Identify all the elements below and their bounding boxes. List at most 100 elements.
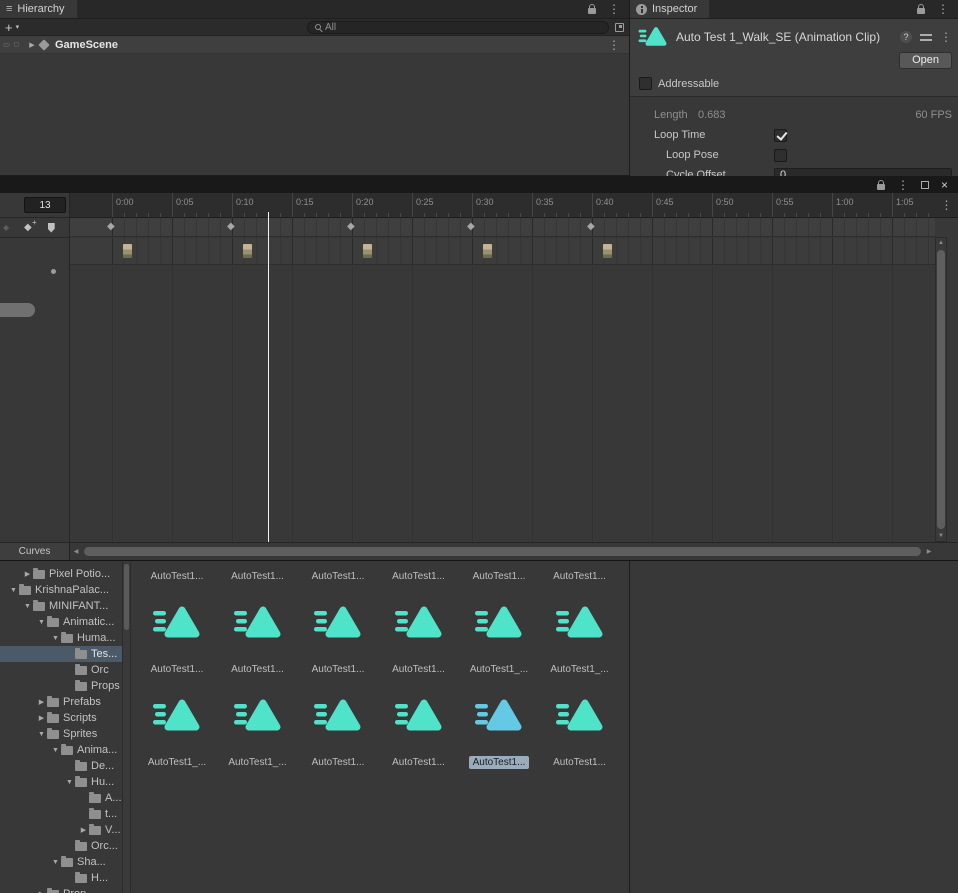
tree-scroll-thumb[interactable] [124,564,129,630]
kebab-menu-icon[interactable]: ⋮ [608,3,620,15]
fold-arrow-icon[interactable]: ▼ [36,731,47,738]
tree-item[interactable]: De... [0,758,122,774]
tree-item[interactable]: Orc [0,662,122,678]
kebab-menu-icon[interactable]: ⋮ [897,179,909,191]
dopesheet-grid[interactable] [70,266,935,542]
fold-arrow-icon[interactable]: ▼ [36,619,47,626]
tree-item[interactable]: ▼ Huma... [0,630,122,646]
fold-arrow-icon[interactable]: ▼ [22,603,33,610]
scroll-down-icon[interactable]: ▼ [936,533,946,539]
loop-pose-checkbox[interactable] [774,148,787,162]
add-object-caret-icon[interactable]: ▾ [16,23,20,31]
timeline-kebab-icon[interactable]: ⋮ [941,199,953,211]
tree-item[interactable]: A... [0,790,122,806]
lock-icon[interactable] [876,179,885,190]
curves-button[interactable]: Curves [0,543,70,560]
current-frame-field[interactable]: 13 [24,197,66,213]
add-event-icon[interactable] [47,222,55,233]
tree-item[interactable]: ▼ MINIFANT... [0,598,122,614]
fold-arrow-icon[interactable]: ▼ [50,635,61,642]
asset-item[interactable]: AutoTest1... [461,561,537,583]
tree-item[interactable]: H... [0,870,122,886]
tree-item[interactable]: ▶ Prefabs [0,694,122,710]
lock-icon[interactable] [588,4,596,14]
keyframe-track[interactable]: ◆ ◆ ◆ ◆ ◆ [70,218,935,237]
asset-item[interactable]: AutoTest1_... [461,603,537,676]
keyframe-diamond[interactable]: ◆ [107,221,115,233]
vertical-scroll-thumb[interactable] [937,250,945,529]
horizontal-scroll-thumb[interactable] [84,547,921,556]
asset-item[interactable]: AutoTest1... [381,561,457,583]
kebab-menu-icon[interactable]: ⋮ [937,3,949,15]
tree-item[interactable]: Tes... [0,646,122,662]
fold-arrow-icon[interactable]: ▼ [8,587,19,594]
eye-icon[interactable] [3,42,10,47]
asset-item[interactable]: AutoTest1... [381,603,457,676]
maximize-icon[interactable] [920,180,929,189]
asset-item[interactable]: AutoTest1... [139,561,215,583]
tree-item[interactable]: ▶Prop... [0,886,122,893]
loop-time-checkbox[interactable] [774,128,787,142]
left-column-scrollbar[interactable] [0,303,35,317]
asset-item[interactable]: AutoTest1... [300,696,376,769]
tree-item[interactable]: ▶ Pixel Potio... [0,566,122,582]
tree-item[interactable]: t... [0,806,122,822]
asset-item[interactable]: AutoTest1... [300,561,376,583]
keyframe-diamond[interactable]: ◆ [467,221,475,233]
scene-kebab-icon[interactable]: ⋮ [608,39,620,51]
fold-arrow-icon[interactable]: ▼ [64,779,75,786]
timeline-ruler[interactable]: 0:00 0:05 0:10 0:15 0:20 0:25 0:30 0:35 0:40 0:45… [70,193,935,218]
scene-row[interactable]: ▶ GameScene ⋮ [0,36,629,54]
sprite-track[interactable] [70,238,935,265]
sprite-keyframe-thumb[interactable] [363,244,372,258]
fold-arrow-icon[interactable]: ▶ [36,714,47,722]
tree-item[interactable]: ▼ Hu... [0,774,122,790]
asset-item[interactable]: AutoTest1... [139,603,215,676]
tree-item[interactable]: ▼ KrishnaPalac... [0,582,122,598]
tree-item[interactable]: ▼ Animatic... [0,614,122,630]
tree-item[interactable]: ▶ V... [0,822,122,838]
add-keyframe-icon[interactable]: ◆ [24,219,36,233]
close-icon[interactable]: × [941,179,948,191]
scene-fold-arrow-icon[interactable]: ▶ [26,41,38,49]
tab-hierarchy[interactable]: ≡ Hierarchy [0,0,77,18]
asset-item[interactable]: AutoTest1... [461,696,537,769]
open-button[interactable]: Open [899,52,952,69]
hierarchy-search-input[interactable]: All [307,20,609,34]
keyframe-diamond[interactable]: ◆ [587,221,595,233]
asset-item[interactable]: AutoTest1... [300,603,376,676]
vertical-scrollbar[interactable]: ▲ ▼ [935,237,947,542]
fold-arrow-icon[interactable]: ▼ [50,859,61,866]
tree-item[interactable]: ▼ Sprites [0,726,122,742]
presets-icon[interactable] [920,32,932,42]
horizontal-scrollbar[interactable] [82,543,923,560]
sprite-keyframe-thumb[interactable] [123,244,132,258]
tree-scrollbar[interactable] [122,561,131,893]
sprite-keyframe-thumb[interactable] [243,244,252,258]
dopesheet[interactable]: ◆ ◆ ◆ ◆ ◆ [70,218,935,542]
tree-item[interactable]: ▼ Anima... [0,742,122,758]
lock-icon[interactable] [917,4,925,14]
playhead[interactable] [268,212,269,542]
sprite-keyframe-thumb[interactable] [483,244,492,258]
addressable-checkbox[interactable] [639,77,652,90]
asset-item[interactable]: AutoTest1... [381,696,457,769]
add-object-button[interactable]: + [5,21,13,34]
asset-item[interactable]: AutoTest1... [542,696,618,769]
pick-icon[interactable] [14,42,19,47]
keyframe-diamond[interactable]: ◆ [227,221,235,233]
fold-arrow-icon[interactable]: ▶ [36,698,47,706]
tree-item[interactable]: Orc... [0,838,122,854]
asset-item[interactable]: AutoTest1_... [542,603,618,676]
asset-item[interactable]: AutoTest1... [542,561,618,583]
help-icon[interactable]: ? [900,31,912,43]
fold-arrow-icon[interactable]: ▼ [50,747,61,754]
asset-item[interactable]: AutoTest1... [220,603,296,676]
fold-arrow-icon[interactable]: ▶ [22,570,33,578]
asset-grid[interactable]: AutoTest1... AutoTest1... AutoTest1... Auto… [131,561,629,893]
scroll-right-icon[interactable]: ▶ [923,548,935,555]
asset-item[interactable]: AutoTest1... [220,561,296,583]
scroll-up-icon[interactable]: ▲ [936,240,946,246]
fold-arrow-icon[interactable]: ▶ [78,826,89,834]
tree-item[interactable]: ▶ Scripts [0,710,122,726]
